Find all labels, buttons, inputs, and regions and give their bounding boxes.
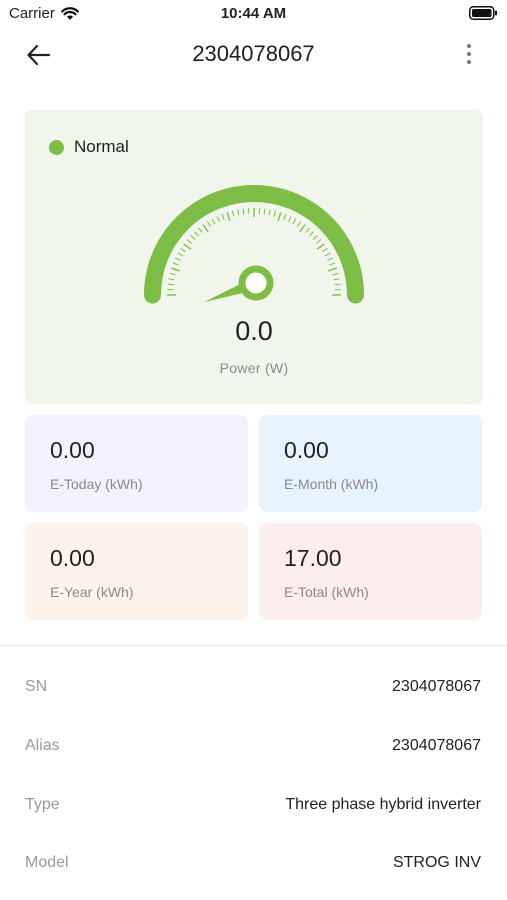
e-year-card: 0.00 E-Year (kWh) — [25, 523, 248, 620]
info-label: SN — [25, 678, 48, 695]
e-today-label: E-Today (kWh) — [50, 476, 143, 492]
gauge-tick — [177, 252, 184, 257]
e-month-label: E-Month (kWh) — [284, 476, 379, 492]
info-label: Type — [25, 796, 60, 813]
gauge-tick — [211, 218, 216, 225]
gauge-tick — [268, 209, 271, 216]
gauge-tick — [332, 272, 339, 276]
section-divider — [0, 645, 507, 646]
gauge-tick — [305, 227, 310, 233]
info-value: Three phase hybrid inverter — [285, 796, 481, 813]
gauge-tick — [322, 247, 328, 253]
gauge-tick — [333, 278, 340, 281]
gauge-tick — [299, 224, 306, 233]
info-row-alias: Alias 2304078067 — [0, 737, 507, 767]
gauge-tick — [186, 239, 192, 244]
gauge-tick — [168, 278, 175, 281]
gauge-tick — [242, 208, 245, 215]
status-bar: Carrier 10:44 AM — [0, 0, 507, 28]
gauge-tick — [273, 210, 277, 217]
e-total-value: 17.00 — [284, 545, 342, 571]
info-value: 2304078067 — [392, 678, 481, 695]
e-total-label: E-Total (kWh) — [284, 584, 369, 600]
gauge-tick — [288, 216, 292, 222]
gauge-tick — [183, 243, 192, 250]
gauge-tick — [334, 283, 341, 286]
gauge-tick — [329, 262, 336, 266]
gauge-tick — [180, 247, 186, 253]
gauge-tick — [324, 252, 331, 257]
gauge-tick — [292, 218, 297, 225]
gauge-tick — [175, 257, 181, 261]
gauge-tick — [194, 231, 199, 237]
power-value: 0.0 — [235, 316, 273, 346]
gauge-tick — [169, 272, 176, 276]
e-month-card: 0.00 E-Month (kWh) — [259, 415, 482, 512]
gauge-hub — [238, 265, 274, 301]
gauge-tick — [167, 283, 174, 286]
gauge-tick — [226, 212, 231, 222]
e-today-value: 0.00 — [50, 437, 95, 463]
more-vertical-icon — [467, 44, 471, 64]
e-year-value: 0.00 — [50, 545, 95, 571]
e-total-card: 17.00 E-Total (kWh) — [259, 523, 482, 620]
info-row-sn: SN 2304078067 — [0, 678, 507, 708]
more-options-button[interactable] — [459, 40, 479, 70]
nav-bar: 2304078067 — [0, 30, 507, 80]
gauge-tick — [237, 209, 240, 216]
gauge-tick — [277, 212, 282, 222]
gauge-tick — [171, 267, 181, 272]
power-gauge-card: Normal 0.0 Power (W) — [25, 109, 483, 405]
info-value: 2304078067 — [392, 737, 481, 754]
gauge-tick — [283, 213, 287, 220]
gauge-tick — [198, 227, 203, 233]
info-label: Alias — [25, 737, 60, 754]
clock: 10:44 AM — [220, 5, 287, 22]
gauge-tick — [316, 243, 325, 250]
gauge-tick — [172, 262, 179, 266]
info-row-type: Type Three phase hybrid inverter — [0, 796, 507, 826]
gauge-tick — [296, 221, 302, 227]
gauge-tick — [190, 235, 196, 240]
info-value: STROG INV — [392, 854, 481, 871]
gauge-tick — [216, 216, 220, 222]
power-label: Power (W) — [219, 360, 289, 376]
e-month-value: 0.00 — [284, 437, 329, 463]
gauge-tick — [327, 267, 337, 272]
page-title: 2304078067 — [192, 41, 315, 66]
battery-icon — [469, 6, 498, 24]
gauge-tick — [231, 210, 235, 217]
gauge-tick — [202, 224, 209, 233]
gauge-tick — [312, 235, 318, 240]
info-label: Model — [25, 854, 69, 871]
gauge-tick — [206, 221, 212, 227]
gauge-tick — [316, 239, 322, 244]
info-row-model: Model STROG INV — [0, 854, 507, 884]
gauge-tick — [221, 213, 225, 220]
gauge-tick — [327, 257, 333, 261]
e-year-label: E-Year (kWh) — [50, 584, 134, 600]
gauge-tick — [309, 231, 314, 237]
e-today-card: 0.00 E-Today (kWh) — [25, 415, 248, 512]
gauge-tick — [263, 208, 266, 215]
